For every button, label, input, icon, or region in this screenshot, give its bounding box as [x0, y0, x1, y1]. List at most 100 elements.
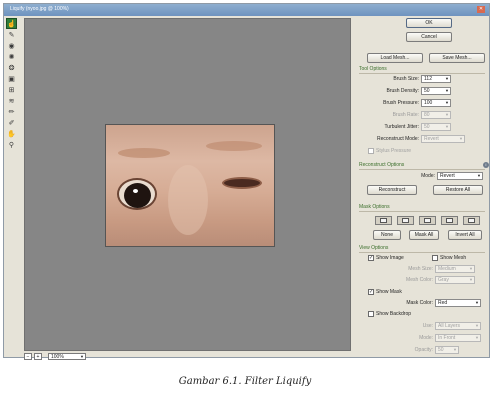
ok-button[interactable]: OK: [406, 18, 452, 28]
zoom-out-button[interactable]: −: [24, 353, 32, 360]
zoom-level-select[interactable]: 100% ▼: [48, 353, 86, 360]
replace-selection-icon: [380, 218, 387, 223]
reconstruct-options-heading: Reconstruct Options: [359, 162, 485, 170]
chevron-down-icon: ▼: [445, 112, 449, 117]
cancel-button[interactable]: Cancel: [406, 32, 452, 42]
intersect-selection-icon: [446, 218, 453, 223]
show-mesh-checkbox[interactable]: Show Mesh: [432, 255, 466, 261]
liquify-dialog: Liquify (nyoo.jpg @ 100%) ✕ ☝ ✎ ◉ ✺ ❂ ▣ ⊞ ≋ ✏ ✐ ✋ ⚲…: [3, 3, 490, 360]
mask-none-button[interactable]: None: [373, 230, 401, 240]
brush-size-label: Brush Size:: [393, 76, 419, 82]
show-mask-label: Show Mask: [376, 289, 402, 295]
mesh-color-value: Gray: [438, 277, 449, 283]
backdrop-mode-value: In Front: [438, 335, 456, 341]
thaw-mask-tool-icon[interactable]: ✐: [6, 117, 17, 128]
restore-all-button[interactable]: Restore All: [433, 185, 483, 195]
backdrop-opacity-label: Opacity:: [414, 347, 433, 353]
brush-rate-label: Brush Rate:: [392, 112, 419, 118]
show-mask-box: ✓: [368, 289, 374, 295]
backdrop-opacity-field: 50 ▼: [435, 346, 459, 354]
pucker-tool-icon[interactable]: ✺: [6, 51, 17, 62]
show-mesh-box: [432, 255, 438, 261]
reconstruct-mode-select: Revert ▼: [421, 135, 465, 143]
chevron-down-icon: ▼: [475, 300, 479, 305]
brush-pressure-field[interactable]: 100 ▼: [421, 99, 451, 107]
mask-color-select[interactable]: Red ▼: [435, 299, 481, 307]
load-mesh-button[interactable]: Load Mesh...: [367, 53, 423, 63]
left-eyebrow: [118, 148, 170, 158]
mesh-color-label: Mesh Color:: [406, 277, 433, 283]
backdrop-use-select: All Layers ▼: [435, 322, 481, 330]
reconstruct-mode-row-label: Mode:: [421, 173, 435, 179]
backdrop-mode-select: In Front ▼: [435, 334, 481, 342]
freeze-mask-tool-icon[interactable]: ✏: [6, 106, 17, 117]
mesh-size-label: Mesh Size:: [408, 266, 433, 272]
stylus-pressure-box: [368, 148, 374, 154]
mirror-tool-icon[interactable]: ⊞: [6, 84, 17, 95]
mask-options-heading: Mask Options: [359, 204, 485, 212]
replace-selection-button[interactable]: [375, 216, 392, 225]
show-image-checkbox[interactable]: ✓ Show Image: [368, 255, 404, 261]
preview-image[interactable]: [105, 124, 275, 247]
backdrop-use-value: All Layers: [438, 323, 460, 329]
twirl-tool-icon[interactable]: ◉: [6, 40, 17, 51]
options-panel: OK Cancel Load Mesh... Save Mesh... Tool…: [359, 4, 490, 357]
chevron-down-icon: ▼: [445, 76, 449, 81]
mesh-color-select: Gray ▼: [435, 276, 475, 284]
brush-pressure-label: Brush Pressure:: [383, 100, 419, 106]
show-mesh-label: Show Mesh: [440, 255, 467, 261]
invert-all-button[interactable]: Invert All: [448, 230, 482, 240]
save-mesh-button[interactable]: Save Mesh...: [429, 53, 485, 63]
brush-density-value: 50: [424, 88, 430, 94]
subtract-from-selection-button[interactable]: [419, 216, 436, 225]
backdrop-use-label: Use:: [422, 323, 433, 329]
zoom-in-button[interactable]: +: [34, 353, 42, 360]
mask-all-button[interactable]: Mask All: [409, 230, 439, 240]
push-left-tool-icon[interactable]: ▣: [6, 73, 17, 84]
figure-caption: Gambar 6.1. Filter Liquify: [178, 376, 312, 387]
preview-canvas[interactable]: [24, 18, 351, 351]
reconstruct-button[interactable]: Reconstruct: [367, 185, 417, 195]
turbulent-jitter-field: 50 ▼: [421, 123, 451, 131]
show-backdrop-box: [368, 311, 374, 317]
intersect-selection-button[interactable]: [441, 216, 458, 225]
zoom-tool-icon[interactable]: ⚲: [6, 139, 17, 150]
brush-rate-value: 80: [424, 112, 430, 118]
reconstruct-mode-label: Reconstruct Mode:: [377, 136, 419, 142]
turbulent-jitter-value: 50: [424, 124, 430, 130]
forward-warp-tool-icon[interactable]: ☝: [6, 18, 17, 29]
hand-tool-icon[interactable]: ✋: [6, 128, 17, 139]
window-title: Liquify (nyoo.jpg @ 100%): [10, 6, 69, 12]
brush-size-field[interactable]: 112 ▼: [421, 75, 451, 83]
reconstruct-tool-icon[interactable]: ✎: [6, 29, 17, 40]
reconstruct-options-mode-select[interactable]: Revert ▼: [437, 172, 483, 180]
show-mask-checkbox[interactable]: ✓ Show Mask: [368, 289, 402, 295]
chevron-down-icon: ▼: [80, 354, 84, 359]
invert-selection-button[interactable]: [463, 216, 480, 225]
mesh-size-value: Medium: [438, 266, 456, 272]
add-to-selection-icon: [402, 218, 409, 223]
mesh-size-select: Medium ▼: [435, 265, 475, 273]
show-image-label: Show Image: [376, 255, 404, 261]
turbulence-tool-icon[interactable]: ≋: [6, 95, 17, 106]
chevron-down-icon: ▼: [475, 335, 479, 340]
backdrop-mode-label: Mode:: [419, 335, 433, 341]
mask-color-value: Red: [438, 300, 448, 306]
info-icon[interactable]: i: [483, 162, 489, 168]
stylus-pressure-label: Stylus Pressure: [376, 148, 412, 154]
brush-density-field[interactable]: 50 ▼: [421, 87, 451, 95]
right-eye: [222, 177, 262, 189]
left-eye-glint: [133, 189, 138, 193]
stylus-pressure-checkbox[interactable]: Stylus Pressure: [368, 148, 411, 154]
right-eyebrow: [206, 141, 262, 151]
brush-pressure-value: 100: [424, 100, 433, 106]
backdrop-opacity-value: 50: [438, 347, 444, 353]
add-to-selection-button[interactable]: [397, 216, 414, 225]
invert-selection-icon: [468, 218, 475, 223]
enlarged-left-eye: [117, 178, 157, 210]
brush-size-value: 112: [424, 76, 432, 82]
bloat-tool-icon[interactable]: ❂: [6, 62, 17, 73]
brush-density-label: Brush Density:: [386, 88, 419, 94]
show-backdrop-checkbox[interactable]: Show Backdrop: [368, 311, 411, 317]
show-image-box: ✓: [368, 255, 374, 261]
